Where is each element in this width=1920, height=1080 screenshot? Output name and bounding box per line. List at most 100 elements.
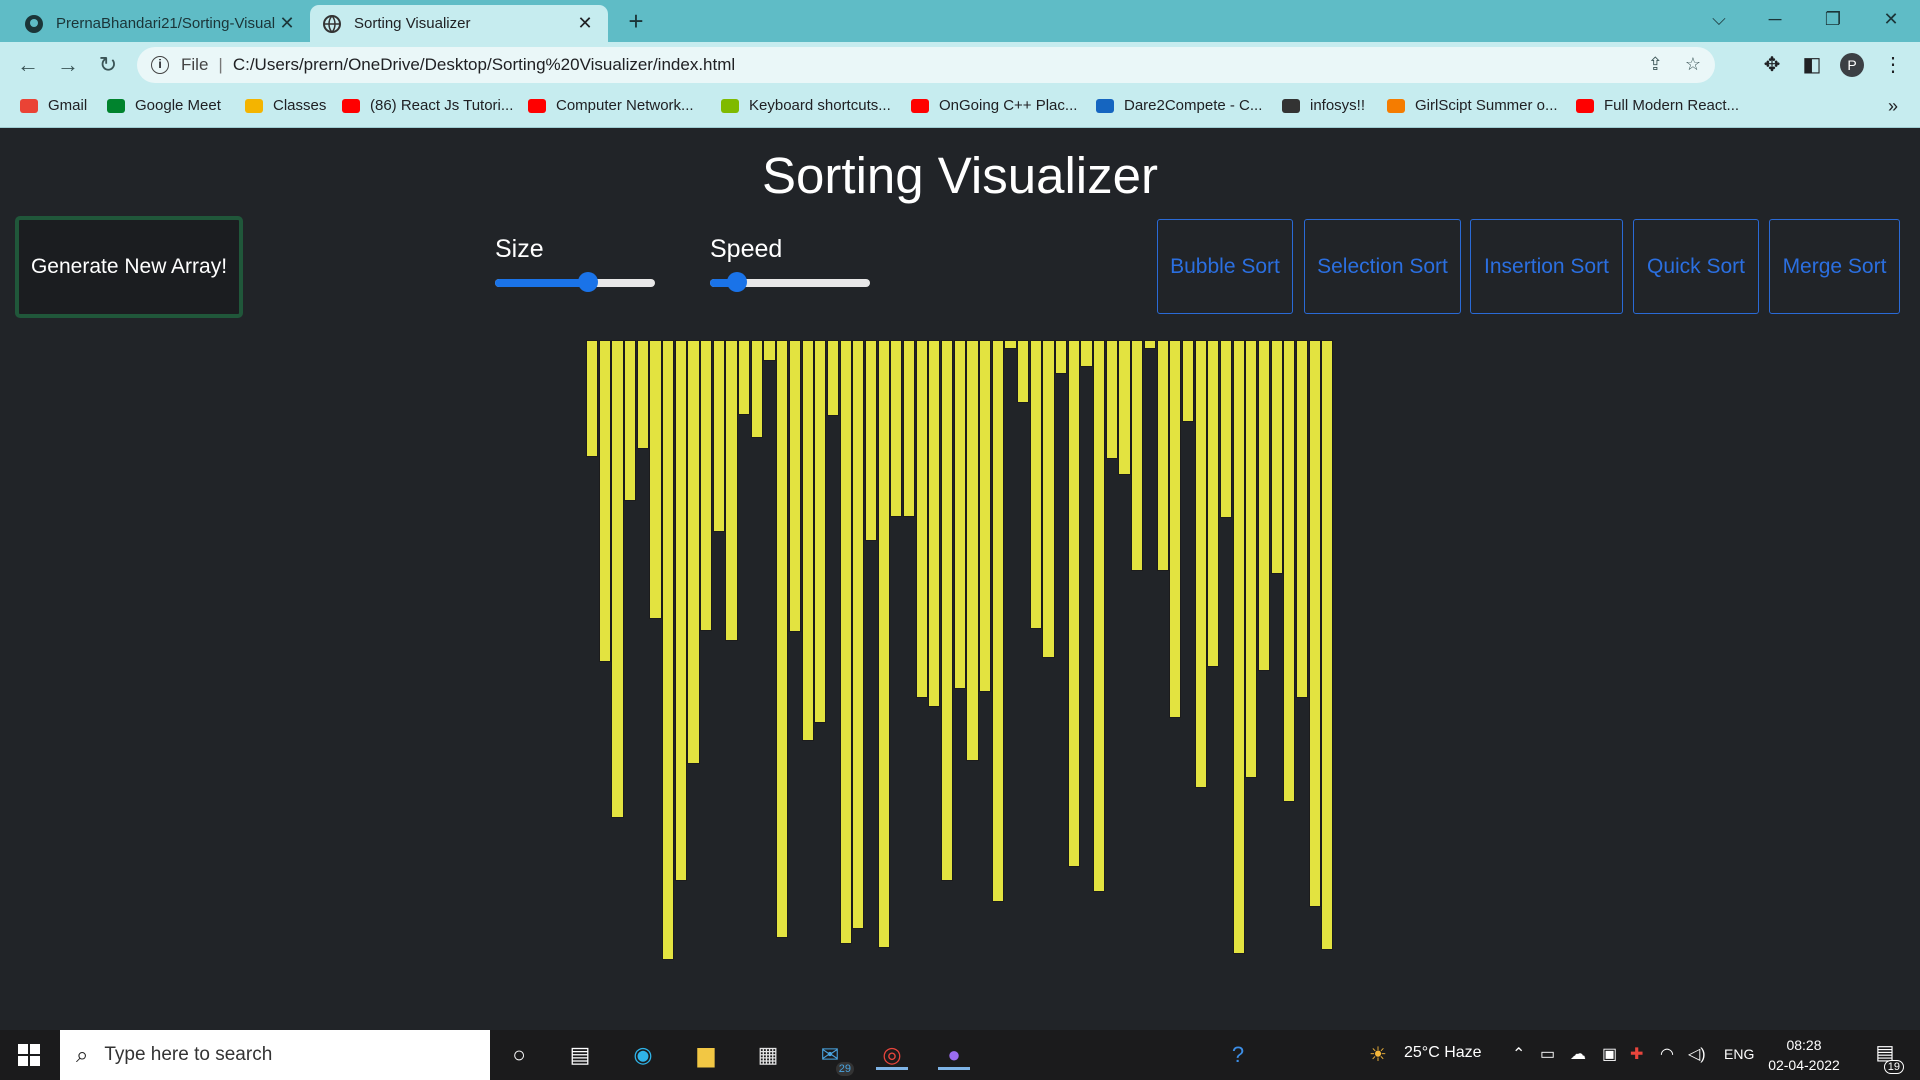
array-bar — [814, 340, 827, 724]
array-bar — [649, 340, 662, 619]
windows-taskbar: ⌕ Type here to search ○ ▤ ◉ ▆ ▦ ✉ 29 ◎ ● … — [0, 1030, 1920, 1080]
notifications-icon[interactable]: ▤ 19 — [1870, 1040, 1904, 1074]
array-bar — [1029, 340, 1042, 629]
tab-search-icon[interactable]: ⌵ — [1696, 4, 1742, 34]
bookmark-dare2compete[interactable]: Dare2Compete - C... — [1096, 97, 1262, 114]
battery-icon[interactable]: ▭ — [1540, 1044, 1555, 1064]
array-bar — [839, 340, 852, 945]
new-tab-icon[interactable]: + — [622, 8, 650, 34]
array-bar — [1055, 340, 1068, 375]
array-bar — [776, 340, 789, 938]
bookmark-modern-react[interactable]: Full Modern React... — [1576, 97, 1739, 114]
array-bar — [1270, 340, 1283, 575]
size-slider-thumb[interactable] — [577, 272, 598, 292]
bookmark-cpp-placement[interactable]: OnGoing C++ Plac... — [911, 97, 1077, 114]
minimize-icon[interactable]: ─ — [1752, 4, 1798, 34]
menu-icon[interactable]: ⋮ — [1880, 52, 1906, 77]
quick-sort-button[interactable]: Quick Sort — [1633, 219, 1759, 314]
mail-icon[interactable]: ✉ 29 — [814, 1040, 854, 1076]
tray-overflow-icon[interactable]: ⌃ — [1512, 1044, 1525, 1064]
close-tab-icon[interactable]: ✕ — [574, 13, 596, 34]
weather-text[interactable]: 25°C Haze — [1404, 1044, 1482, 1062]
windows-start-icon[interactable] — [18, 1044, 40, 1066]
array-bar — [915, 340, 928, 699]
array-bar — [1245, 340, 1258, 779]
restore-icon[interactable]: ❐ — [1810, 4, 1856, 34]
dare2compete-icon — [1096, 98, 1114, 113]
chrome-icon[interactable]: ◎ — [876, 1040, 908, 1070]
bookmark-star-icon[interactable]: ☆ — [1685, 54, 1701, 75]
github-desktop-icon[interactable]: ● — [938, 1040, 970, 1070]
generate-new-array-button[interactable]: Generate New Array! — [15, 216, 243, 318]
device-icon[interactable]: ▣ — [1602, 1044, 1617, 1064]
bookmark-keyboard-shortcuts[interactable]: Keyboard shortcuts... — [721, 97, 891, 114]
forward-icon[interactable]: → — [52, 49, 84, 81]
bookmark-classes[interactable]: Classes — [245, 97, 326, 114]
tab-sorting-visualizer[interactable]: Sorting Visualizer ✕ — [310, 5, 608, 42]
address-bar[interactable]: i File | C:/Users/prern/OneDrive/Desktop… — [137, 47, 1715, 83]
microsoft-store-icon[interactable]: ▦ — [752, 1040, 784, 1070]
array-bar — [1143, 340, 1156, 349]
close-window-icon[interactable]: ✕ — [1868, 4, 1914, 34]
side-panel-icon[interactable]: ◧ — [1799, 52, 1825, 77]
onedrive-icon[interactable]: ☁ — [1570, 1044, 1586, 1064]
array-bar — [1181, 340, 1195, 423]
taskbar-clock[interactable]: 08:28 02-04-2022 — [1768, 1035, 1840, 1075]
bookmark-google-meet[interactable]: Google Meet — [107, 97, 221, 114]
tab-github[interactable]: PrernaBhandari21/Sorting-Visuali ✕ — [12, 5, 310, 42]
share-icon[interactable]: ⇪ — [1648, 54, 1663, 75]
array-bar — [991, 340, 1004, 903]
reload-icon[interactable]: ↻ — [92, 49, 124, 81]
file-explorer-icon[interactable]: ▆ — [690, 1040, 722, 1070]
back-icon[interactable]: ← — [12, 49, 44, 81]
bubble-sort-button[interactable]: Bubble Sort — [1157, 219, 1293, 314]
help-icon[interactable]: ? — [1222, 1040, 1254, 1070]
array-bar — [1042, 340, 1055, 658]
bookmark-computer-network[interactable]: Computer Network... — [528, 97, 694, 114]
speed-slider[interactable] — [710, 272, 870, 292]
selection-sort-button[interactable]: Selection Sort — [1304, 219, 1461, 314]
array-bar — [1093, 340, 1106, 893]
array-bar — [864, 340, 878, 542]
scheme-label: File — [181, 55, 209, 74]
array-bar — [1004, 340, 1017, 349]
info-icon[interactable]: i — [151, 56, 169, 74]
insertion-sort-button[interactable]: Insertion Sort — [1470, 219, 1623, 314]
taskbar-search-box[interactable]: ⌕ Type here to search — [60, 1030, 490, 1080]
array-bar — [966, 340, 979, 762]
array-bar — [687, 340, 700, 764]
bookmark-react-tutorial[interactable]: (86) React Js Tutori... — [342, 97, 513, 114]
language-indicator[interactable]: ENG — [1724, 1046, 1754, 1062]
speed-slider-thumb[interactable] — [727, 272, 748, 292]
array-bar — [953, 340, 966, 689]
array-bar — [738, 340, 751, 415]
cortana-icon[interactable]: ○ — [503, 1040, 535, 1070]
edge-icon[interactable]: ◉ — [627, 1040, 659, 1070]
bookmark-gmail[interactable]: Gmail — [20, 97, 87, 114]
youtube-icon — [342, 98, 360, 113]
clock-time: 08:28 — [1786, 1037, 1822, 1053]
merge-sort-button[interactable]: Merge Sort — [1769, 219, 1900, 314]
close-tab-icon[interactable]: ✕ — [276, 13, 298, 34]
volume-icon[interactable]: ◁) — [1688, 1044, 1706, 1064]
size-label: Size — [495, 235, 544, 263]
array-bar — [624, 340, 637, 501]
gift-icon[interactable]: ✚ — [1630, 1044, 1643, 1064]
wifi-icon[interactable]: ◠ — [1660, 1044, 1674, 1064]
task-view-icon[interactable]: ▤ — [564, 1040, 596, 1070]
bookmark-girlscript[interactable]: GirlScipt Summer o... — [1387, 97, 1558, 114]
classroom-icon — [245, 98, 263, 113]
bookmark-infosys[interactable]: infosys!! — [1282, 97, 1365, 114]
array-bar — [1017, 340, 1030, 403]
meet-icon — [107, 98, 125, 113]
array-bar — [1105, 340, 1118, 460]
array-bar — [662, 340, 675, 960]
speed-label: Speed — [710, 235, 783, 263]
size-slider[interactable] — [495, 272, 655, 292]
extensions-icon[interactable]: ✥ — [1759, 52, 1785, 77]
more-bookmarks-icon[interactable]: » — [1888, 96, 1898, 117]
profile-avatar[interactable]: P — [1840, 53, 1864, 77]
array-bar — [826, 340, 840, 417]
array-bar — [1169, 340, 1182, 719]
gmail-icon — [20, 98, 38, 113]
